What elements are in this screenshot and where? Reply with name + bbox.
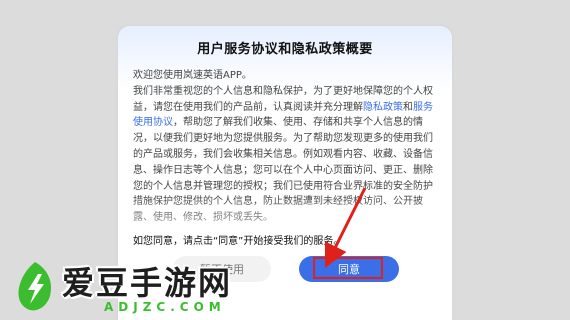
watermark-logo-icon — [18, 262, 52, 311]
watermark-url: ADJZC.COM — [104, 300, 226, 314]
watermark: 爱豆手游网 ADJZC.COM — [12, 258, 262, 320]
watermark-brand: 爱豆手游网 — [62, 264, 233, 302]
